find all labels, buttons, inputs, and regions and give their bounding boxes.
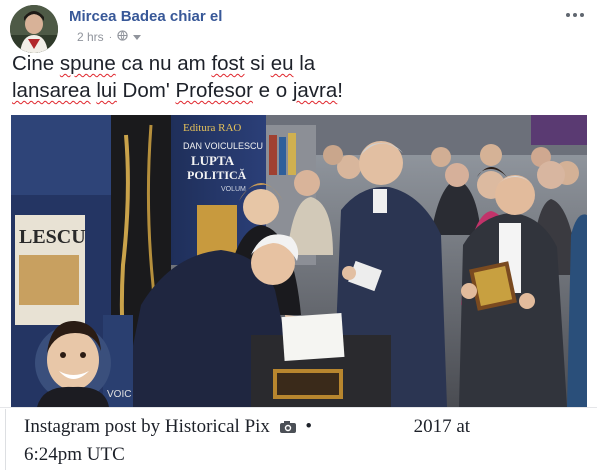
post-text-segment: spune [59, 52, 116, 75]
post-text-segment: Profesor [175, 79, 253, 102]
post-text-segment: eu [270, 52, 294, 75]
camera-icon [279, 416, 297, 442]
post-text-segment: ! [337, 79, 343, 102]
post-text-segment: Cine [12, 52, 60, 75]
post-text-segment: si [244, 52, 271, 75]
author-avatar[interactable] [10, 5, 58, 53]
caption-date: 2017 at [413, 416, 471, 437]
post-text-segment: javra [292, 79, 338, 102]
post-timestamp[interactable]: 2 hrs [77, 30, 104, 44]
post-text: Cine spune ca nu am fost si eu la lansar… [12, 50, 587, 104]
author-name-link[interactable]: Mircea Badea chiar el [69, 8, 222, 25]
book-volume: VOLUM [221, 186, 246, 193]
book-author: DAN VOICULESCU [183, 141, 263, 151]
book-title-line2: POLITICĂ [187, 168, 247, 182]
instagram-caption: Instagram post by Historical Pix • 2017 … [24, 414, 564, 468]
more-options-icon[interactable] [563, 6, 587, 24]
globe-icon[interactable] [117, 30, 128, 44]
book-spine-text: VOIC [107, 389, 131, 400]
post-text-segment: lui [96, 79, 117, 102]
caption-divider [5, 409, 6, 470]
post-text-segment: lansarea [12, 79, 91, 102]
caption-source: Instagram post by Historical Pix [24, 416, 270, 437]
meta-separator: · [108, 31, 113, 43]
post-text-segment: la [293, 52, 316, 75]
post-text-segment: fost [211, 52, 245, 75]
poster-text: LESCU [19, 226, 86, 248]
caption-time: 6:24pm UTC [24, 444, 125, 465]
book-title-line1: LUPTA [191, 153, 235, 168]
post-text-segment: e o [252, 79, 293, 102]
caption-bullet: • [305, 416, 313, 437]
post-text-segment: ca nu am [115, 52, 212, 75]
caret-down-icon[interactable] [133, 30, 142, 44]
post-text-segment: Dom' [116, 79, 176, 102]
book-publisher: Editura RAO [183, 122, 241, 134]
post-meta: 2 hrs · [77, 30, 142, 44]
post-photo[interactable]: LESCU Editura RAO DAN VOICULESCU LUPTA P… [11, 115, 587, 407]
